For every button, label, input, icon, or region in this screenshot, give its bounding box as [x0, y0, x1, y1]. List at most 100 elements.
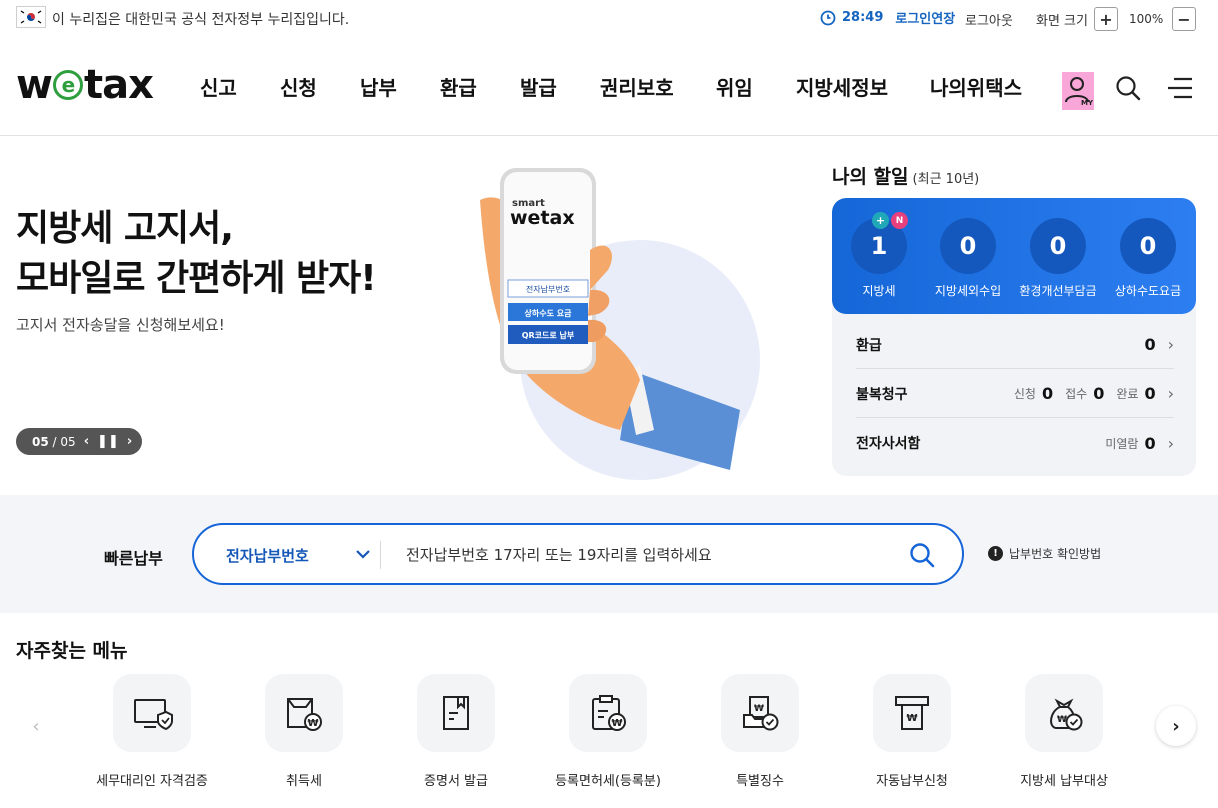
carousel-prev-icon[interactable]: ‹: [16, 706, 56, 746]
stat-local-tax-circle: + N 1: [851, 212, 908, 274]
svg-text:₩: ₩: [906, 713, 917, 724]
phone-button-2: 상하수도 요금: [525, 308, 573, 318]
freq-item-label: 등록면허세(등록분): [555, 774, 661, 789]
phone-button-3: QR코드로 납부: [522, 330, 575, 340]
quick-pay-section: 빠른납부 전자납부번호 ! 납부번호 확인방법: [0, 495, 1218, 613]
prev-slide-icon[interactable]: ‹: [84, 434, 89, 449]
zoom-out-button[interactable]: −: [1172, 7, 1196, 31]
svg-text:₩: ₩: [1057, 715, 1067, 725]
tray-check-icon: ₩: [743, 696, 779, 731]
task-refund-name: 환급: [856, 337, 882, 354]
info-icon: !: [988, 546, 1003, 561]
stat-environment-charge-circle: 0: [1030, 218, 1086, 274]
chevron-down-icon[interactable]: [354, 545, 372, 563]
payment-number-help-link[interactable]: ! 납부번호 확인방법: [988, 545, 1101, 562]
slide-separator: /: [52, 434, 57, 449]
stat-environment-charge[interactable]: 0 환경개선부담금: [1013, 218, 1103, 299]
korea-flag-icon: [16, 6, 46, 28]
stat-environment-charge-label: 환경개선부담금: [1019, 284, 1097, 298]
svg-text:₩: ₩: [754, 704, 764, 714]
money-bag-icon: ₩: [1050, 698, 1083, 731]
nav-item-report[interactable]: 신고: [200, 72, 280, 101]
help-text: 납부번호 확인방법: [1009, 547, 1102, 561]
monitor-shield-icon: [134, 699, 173, 731]
stat-local-tax-label: 지방세: [862, 284, 896, 298]
svg-text:₩: ₩: [307, 718, 318, 729]
hero-title-line1: 지방세 고지서,: [16, 208, 234, 249]
objection-apply-label: 신청: [1013, 387, 1036, 401]
plus-badge: +: [872, 212, 889, 229]
stat-water-fee[interactable]: 0 상하수도요금: [1103, 218, 1193, 299]
my-page-button[interactable]: MY: [1062, 72, 1094, 110]
task-row-refund[interactable]: 환급 0 ›: [856, 321, 1174, 369]
logout-button[interactable]: 로그아웃: [965, 10, 1013, 29]
task-row-objection[interactable]: 불복청구 신청 0 접수 0 완료 0 ›: [856, 370, 1174, 418]
stat-water-fee-label: 상하수도요금: [1114, 284, 1182, 298]
freq-item-certificate[interactable]: 증명서 발급: [380, 674, 532, 789]
extend-login-button[interactable]: 로그인연장: [895, 8, 955, 27]
nav-item-pay[interactable]: 납부: [360, 72, 440, 101]
main-nav: 신고 신청 납부 환급 발급 권리보호 위임 지방세정보 나의위택스: [200, 72, 1040, 101]
objection-done-label: 완료: [1116, 387, 1139, 401]
nav-item-rights[interactable]: 권리보호: [600, 72, 716, 101]
my-label: MY: [1081, 99, 1093, 107]
slide-counter: 05 / 05: [32, 435, 76, 449]
chevron-right-icon: ›: [1167, 433, 1174, 453]
zoom-in-button[interactable]: +: [1094, 7, 1118, 31]
my-tasks-title: 나의 할일 (최근 10년): [832, 162, 979, 189]
hero-subtitle: 고지서 전자송달을 신청해보세요!: [16, 316, 225, 334]
gov-banner-text: 이 누리집은 대한민국 공식 전자정부 누리집입니다.: [52, 12, 350, 28]
stat-local-tax[interactable]: + N 1 지방세: [834, 212, 924, 299]
nav-item-my-wetax[interactable]: 나의위택스: [930, 72, 1040, 101]
slide-current: 05: [32, 434, 49, 449]
freq-item-special-collection[interactable]: ₩ 특별징수: [684, 674, 836, 789]
carousel-next-icon[interactable]: ›: [1156, 706, 1196, 746]
objection-done-count: 0: [1144, 384, 1156, 403]
objection-apply-count: 0: [1041, 384, 1054, 403]
freq-item-registration-tax[interactable]: ₩ 등록면허세(등록분): [532, 674, 684, 789]
stat-non-tax-revenue[interactable]: 0 지방세외수입: [923, 218, 1013, 299]
freq-item-label: 자동납부신청: [876, 774, 948, 789]
freq-item-tax-agent[interactable]: 세무대리인 자격검증: [76, 674, 228, 789]
stat-local-tax-value: 1: [870, 232, 888, 260]
zoom-value: 100%: [1129, 12, 1164, 26]
wetax-logo[interactable]: w e tax: [16, 62, 154, 108]
freq-item-tax-payment-target[interactable]: ₩ 지방세 납부대상: [988, 674, 1140, 789]
nav-item-delegate[interactable]: 위임: [716, 72, 796, 101]
search-icon[interactable]: [908, 541, 936, 569]
divider: [380, 541, 381, 569]
logo-part-tax: tax: [83, 62, 154, 108]
search-icon[interactable]: [1114, 74, 1142, 102]
freq-item-label: 세무대리인 자격검증: [96, 774, 208, 789]
my-tasks-title-text: 나의 할일: [832, 166, 909, 188]
hamburger-menu-icon[interactable]: [1166, 76, 1194, 100]
nav-item-apply[interactable]: 신청: [280, 72, 360, 101]
payment-number-input[interactable]: [406, 543, 886, 567]
nav-item-local-tax-info[interactable]: 지방세정보: [796, 72, 930, 101]
nav-item-issue[interactable]: 발급: [520, 72, 600, 101]
freq-item-acquisition-tax[interactable]: ₩ 취득세: [228, 674, 380, 789]
slider-control: 05 / 05 ‹ ❚❚ ›: [16, 428, 142, 455]
slide-total: 05: [60, 434, 76, 449]
next-slide-icon[interactable]: ›: [127, 434, 132, 449]
site-header: w e tax 신고 신청 납부 환급 발급 권리보호 위임 지방세정보 나의위…: [0, 36, 1218, 136]
mailbox-unread-label: 미열람: [1105, 436, 1139, 451]
session-timer: 28:49 로그인연장: [820, 8, 955, 27]
freq-item-label: 취득세: [286, 774, 322, 789]
new-badge: N: [891, 212, 908, 229]
mailbox-unread-count: 0: [1144, 433, 1156, 453]
pause-icon[interactable]: ❚❚: [97, 434, 119, 449]
freq-item-auto-payment[interactable]: ₩ 자동납부신청: [836, 674, 988, 789]
logo-part-w: w: [16, 62, 53, 108]
task-row-mailbox[interactable]: 전자사서함 미열람 0 ›: [856, 419, 1174, 467]
payment-type-select[interactable]: 전자납부번호: [226, 545, 309, 566]
hero-phone-illustration: smart wetax 전자납부번호 상하수도 요금 QR코드로 납부: [480, 168, 760, 480]
phone-button-1: 전자납부번호: [526, 284, 570, 294]
gov-banner: 이 누리집은 대한민국 공식 전자정부 누리집입니다. 28:49 로그인연장 …: [0, 0, 1218, 36]
certificate-icon: [443, 696, 469, 730]
quick-pay-box: 전자납부번호: [192, 523, 964, 585]
stat-non-tax-revenue-circle: 0: [940, 218, 996, 274]
nav-item-refund[interactable]: 환급: [440, 72, 520, 101]
freq-item-label: 특별징수: [736, 774, 784, 789]
objection-receipt-label: 접수: [1065, 387, 1088, 401]
